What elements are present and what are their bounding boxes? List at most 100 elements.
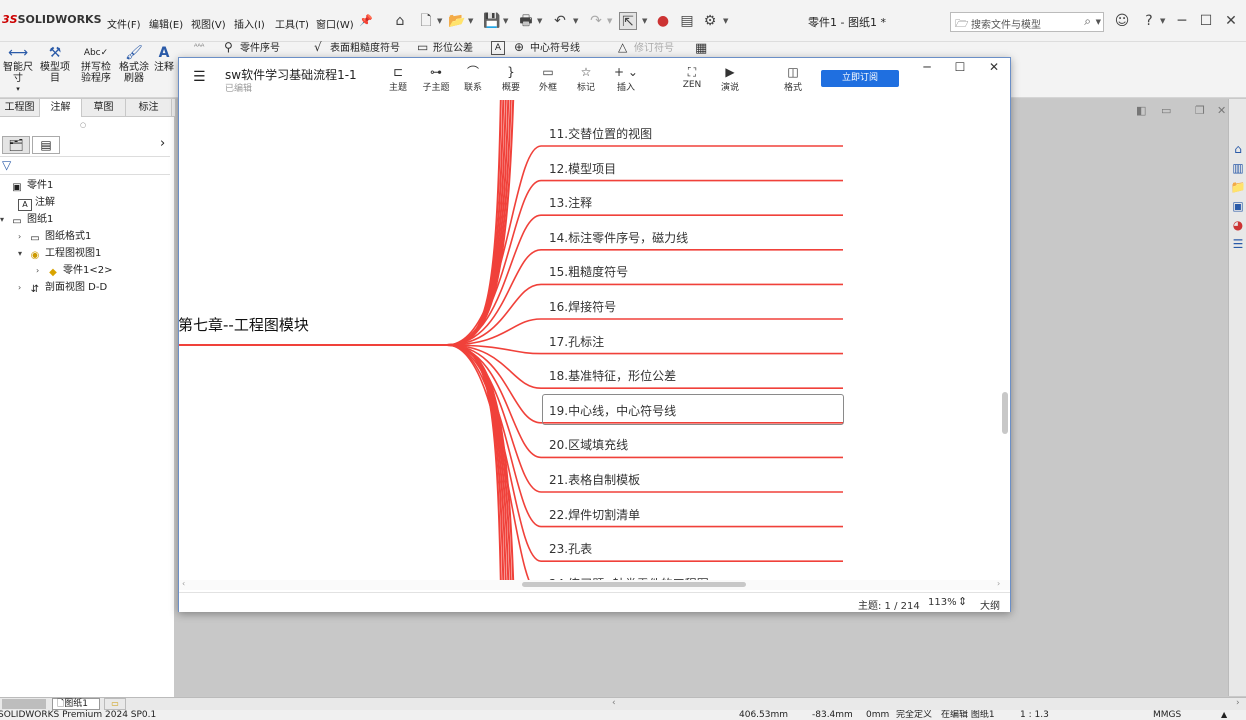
minimize-doc-icon[interactable]: ▭ [1161, 104, 1171, 117]
smart-dimension-button[interactable]: ⟷ 智能尺 寸 ▾ [0, 44, 36, 95]
undo-icon[interactable]: ↶ [551, 12, 569, 30]
property-manager-icon[interactable]: ▤ [32, 136, 60, 154]
subtopic[interactable]: 16.焊接符号 [549, 298, 616, 315]
subscribe-button[interactable]: 立即订阅 [821, 70, 899, 87]
menu-file[interactable]: 文件(F) [107, 16, 141, 31]
scroll-right-icon[interactable]: › [997, 579, 1000, 588]
subtopic[interactable]: 18.基准特征，形位公差 [549, 367, 676, 384]
chevron-right-icon[interactable]: › [36, 262, 46, 279]
surface-finish-button[interactable]: √ 表面粗糙度符号 [314, 39, 400, 55]
tab-drawing[interactable]: 工程图 [0, 99, 40, 117]
central-topic[interactable]: 第七章--工程图模块 [179, 314, 309, 335]
subtopic[interactable]: 21.表格自制模板 [549, 471, 640, 488]
summary-button[interactable]: } 概要 [494, 64, 528, 93]
zoom-stepper-icon[interactable]: ⇕ [958, 595, 967, 608]
chevron-right-icon[interactable]: › [18, 279, 28, 296]
home-icon[interactable]: ⌂ [1230, 141, 1246, 157]
chevron-down-icon[interactable]: ▼ [642, 17, 647, 25]
center-mark-button[interactable]: ⊕ 中心符号线 [514, 39, 580, 55]
chevron-down-icon[interactable]: ▾ [18, 245, 28, 262]
table-icon[interactable]: ▦ [695, 41, 707, 56]
menu-window[interactable]: 窗口(W) [316, 16, 354, 31]
select-cursor-icon[interactable]: ⇱ [619, 12, 637, 30]
solidworks-logo[interactable]: 3SSOLIDWORKS [2, 13, 102, 26]
format-button[interactable]: ◫ 格式 [776, 64, 810, 93]
print-icon[interactable]: 🖶 [517, 12, 535, 30]
search-icon[interactable]: ⌕ [1084, 14, 1091, 29]
chevron-down-icon[interactable]: ▼ [573, 17, 578, 25]
panel-splitter-dot[interactable]: ○ [80, 121, 86, 129]
model-items-button[interactable]: ⚒ 模型项 目 [37, 44, 73, 84]
menu-edit[interactable]: 编辑(E) [149, 16, 183, 31]
subtopic[interactable]: 13.注释 [549, 194, 592, 211]
chevron-down-icon[interactable]: ▾ [0, 211, 10, 228]
rebuild-traffic-light-icon[interactable]: ● [654, 12, 672, 30]
chevron-down-icon[interactable]: ▼ [468, 17, 473, 25]
close-icon[interactable]: ✕ [1222, 12, 1240, 30]
chevron-down-icon[interactable]: ▼ [503, 17, 508, 25]
chevron-down-icon[interactable]: ▼ [723, 17, 728, 25]
subtopic-button[interactable]: ⊶ 子主题 [419, 64, 453, 93]
marker-button[interactable]: ☆ 标记 [569, 64, 603, 93]
chevron-right-icon[interactable]: › [160, 136, 165, 151]
tab-markup[interactable]: 标注 [126, 99, 172, 117]
design-library-icon[interactable]: ▥ [1230, 160, 1246, 176]
close-doc-icon[interactable]: ✕ [1217, 104, 1226, 117]
sheet-tab-sheet1[interactable]: 🗋图纸1 [52, 698, 100, 710]
tree-item[interactable]: › ◆ 零件1<2> [0, 262, 175, 279]
outline-toggle[interactable]: 大纲 [980, 597, 1000, 612]
topic-button[interactable]: ⊏ 主题 [381, 64, 415, 93]
sheet-nav-buttons[interactable] [2, 699, 46, 709]
linear-pattern-icon[interactable]: ᴬᴬᴬ [194, 42, 204, 51]
file-properties-icon[interactable]: ▤ [678, 12, 696, 30]
format-painter-button[interactable]: 🖌 格式涂 刷器 [116, 44, 152, 84]
pitch-button[interactable]: ▶ 演说 [713, 64, 747, 93]
add-sheet-icon[interactable]: ▭ [104, 698, 126, 710]
maximize-icon[interactable]: ☐ [1197, 12, 1215, 30]
minimize-icon[interactable]: ─ [1173, 12, 1191, 30]
user-account-icon[interactable]: ☺ [1113, 12, 1131, 30]
scroll-right-icon[interactable]: › [1236, 698, 1240, 708]
tree-item[interactable]: ▾ ▭ 图纸1 [0, 211, 175, 228]
featuremanager-tree-icon[interactable]: 🗂 [2, 136, 30, 154]
appearances-icon[interactable]: ◕ [1230, 217, 1246, 233]
selected-topic-frame[interactable] [542, 393, 844, 425]
tree-item[interactable]: ▣ 零件1 [0, 177, 175, 194]
relationship-button[interactable]: ⌒ 联系 [456, 64, 490, 93]
tab-annotation[interactable]: 注解 [40, 99, 82, 117]
new-document-icon[interactable]: 🗋 [417, 12, 435, 30]
tab-sketch[interactable]: 草图 [82, 99, 126, 117]
subtopic[interactable]: 14.标注零件序号，磁力线 [549, 229, 688, 246]
subtopic[interactable]: 17.孔标注 [549, 333, 604, 350]
unit-system[interactable]: MMGS [1153, 710, 1181, 720]
chevron-down-icon[interactable]: ▾ [0, 84, 36, 95]
tree-item[interactable]: › ⇵ 剖面视图 D-D [0, 279, 175, 296]
subtopic[interactable]: 20.区域填充线 [549, 436, 628, 453]
note-button[interactable]: A 注释 [152, 44, 176, 73]
subtopic[interactable]: 22.焊件切割清单 [549, 506, 640, 523]
spell-checker-button[interactable]: Abc✓ 拼写检 验程序 [78, 44, 114, 84]
subtopic[interactable]: 11.交替位置的视图 [549, 125, 652, 142]
zoom-level[interactable]: 113% [928, 597, 957, 608]
sheet-scale[interactable]: 1 : 1.3 [1020, 710, 1049, 720]
restore-doc-icon[interactable]: ❐ [1195, 104, 1205, 117]
open-folder-icon[interactable]: 📂 [448, 12, 466, 30]
subtopic[interactable]: 15.粗糙度符号 [549, 263, 628, 280]
horizontal-scrollbar-thumb[interactable] [522, 582, 746, 587]
hamburger-menu-icon[interactable]: ☰ [193, 69, 206, 85]
subtopic[interactable]: 23.孔表 [549, 540, 592, 557]
scroll-left-icon[interactable]: ‹ [612, 698, 616, 708]
menu-insert[interactable]: 插入(I) [234, 16, 265, 31]
balloon-button[interactable]: ⚲ 零件序号 [224, 39, 280, 55]
chevron-down-icon[interactable]: ▼ [437, 17, 442, 25]
subtopic[interactable]: 12.模型项目 [549, 160, 616, 177]
maximize-icon[interactable]: ☐ [950, 60, 970, 76]
mindmap-canvas[interactable]: 第七章--工程图模块 11.交替位置的视图 12.模型项目 13.注释 14.标注零件… [179, 100, 1010, 580]
horizontal-scrollbar[interactable]: ‹ › [179, 579, 1010, 590]
file-explorer-icon[interactable]: 📁 [1230, 179, 1246, 195]
close-icon[interactable]: ✕ [984, 60, 1004, 76]
chevron-up-icon[interactable]: ▲ [1221, 710, 1227, 720]
menu-tools[interactable]: 工具(T) [275, 16, 309, 31]
chevron-right-icon[interactable]: › [18, 228, 28, 245]
vertical-scrollbar-thumb[interactable] [1002, 392, 1008, 434]
